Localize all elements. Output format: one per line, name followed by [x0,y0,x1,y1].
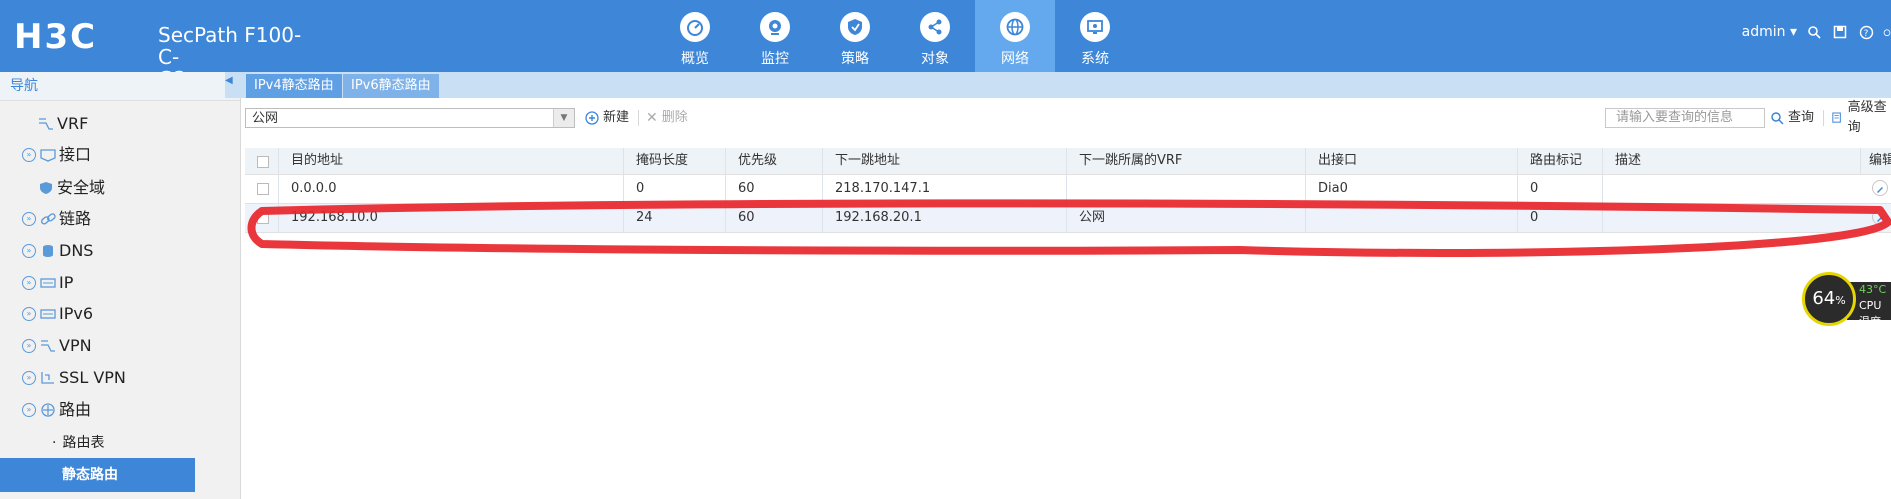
cpu-temperature: 43°C [1859,283,1887,296]
percent-sign: % [1835,294,1846,307]
red-annotation-outline [247,199,1891,257]
cpu-label: CPU温度 [1859,299,1882,328]
cpu-usage-gauge: 64% [1802,272,1856,326]
cpu-usage-percent: 64 [1812,288,1836,309]
cpu-temperature-widget: 43°C CPU温度 64% [1802,272,1891,330]
